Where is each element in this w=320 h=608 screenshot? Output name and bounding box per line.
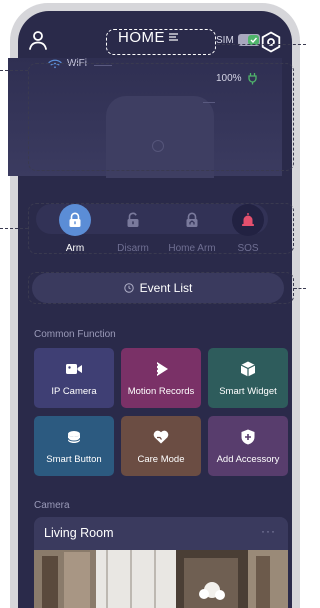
wifi-connector-line — [94, 65, 112, 66]
heart-hand-icon — [153, 430, 169, 443]
care-mode-tile[interactable]: Care Mode — [121, 416, 201, 476]
mode-leader-line — [0, 228, 28, 229]
clock-icon — [123, 283, 134, 293]
battery-label: 100% — [216, 73, 242, 84]
battery-connector-line — [203, 102, 215, 103]
camera-preview-image[interactable] — [34, 550, 288, 608]
disarm-button[interactable] — [117, 204, 149, 236]
smart-button-tile[interactable]: Smart Button — [34, 416, 114, 476]
battery-status: 100% — [216, 72, 259, 85]
page-title: HOME — [118, 28, 165, 46]
add-accessory-label: Add Accessory — [216, 453, 280, 465]
hub-indicator — [152, 140, 164, 152]
camera-section-title: Camera — [34, 500, 70, 511]
hub-device-image — [106, 96, 214, 178]
home-arm-label: Home Arm — [168, 243, 216, 254]
disarm-label: Disarm — [117, 243, 149, 254]
smart-widget-label: Smart Widget — [219, 385, 277, 397]
event-list-button[interactable]: Event List — [32, 273, 284, 303]
shield-plus-icon — [241, 429, 255, 444]
motion-records-label: Motion Records — [127, 385, 195, 397]
battery-plug-icon — [247, 73, 257, 85]
lock-closed-icon — [69, 212, 81, 227]
smart-button-icon — [67, 430, 81, 443]
more-options-icon[interactable]: ··· — [261, 524, 276, 538]
menu-lines-icon — [169, 33, 178, 41]
arm-label: Arm — [65, 243, 85, 254]
device-leader-line — [0, 70, 28, 71]
video-camera-icon — [66, 363, 82, 374]
add-accessory-tile[interactable]: Add Accessory — [208, 416, 288, 476]
camera-card[interactable]: Living Room ··· — [34, 517, 288, 608]
smart-widget-tile[interactable]: Smart Widget — [208, 348, 288, 408]
wifi-status: WiFi — [48, 58, 87, 69]
event-leader-line — [294, 288, 306, 289]
smart-button-label: Smart Button — [46, 453, 102, 465]
sos-button[interactable] — [232, 204, 264, 236]
home-title-selector[interactable]: HOME — [97, 24, 199, 50]
ip-camera-tile[interactable]: IP Camera — [34, 348, 114, 408]
wifi-icon — [48, 59, 62, 68]
sos-label: SOS — [237, 243, 259, 254]
wifi-label: WiFi — [67, 58, 87, 69]
ip-camera-label: IP Camera — [51, 385, 97, 397]
motion-records-tile[interactable]: Motion Records — [121, 348, 201, 408]
motion-play-icon — [153, 361, 168, 376]
cube-icon — [240, 361, 256, 376]
lock-home-icon — [186, 212, 198, 227]
camera-card-title: Living Room — [44, 526, 114, 540]
living-room-scene — [34, 550, 288, 608]
care-mode-label: Care Mode — [137, 453, 185, 465]
arm-button[interactable] — [59, 204, 91, 236]
title-leader-line — [217, 44, 306, 45]
event-list-label: Event List — [139, 281, 193, 295]
hexagon-settings-icon[interactable] — [259, 30, 283, 54]
lock-open-icon — [127, 212, 139, 227]
person-icon[interactable] — [26, 28, 50, 52]
home-arm-button[interactable] — [176, 204, 208, 236]
alarm-bell-icon — [242, 213, 254, 226]
common-function-title: Common Function — [34, 329, 116, 340]
